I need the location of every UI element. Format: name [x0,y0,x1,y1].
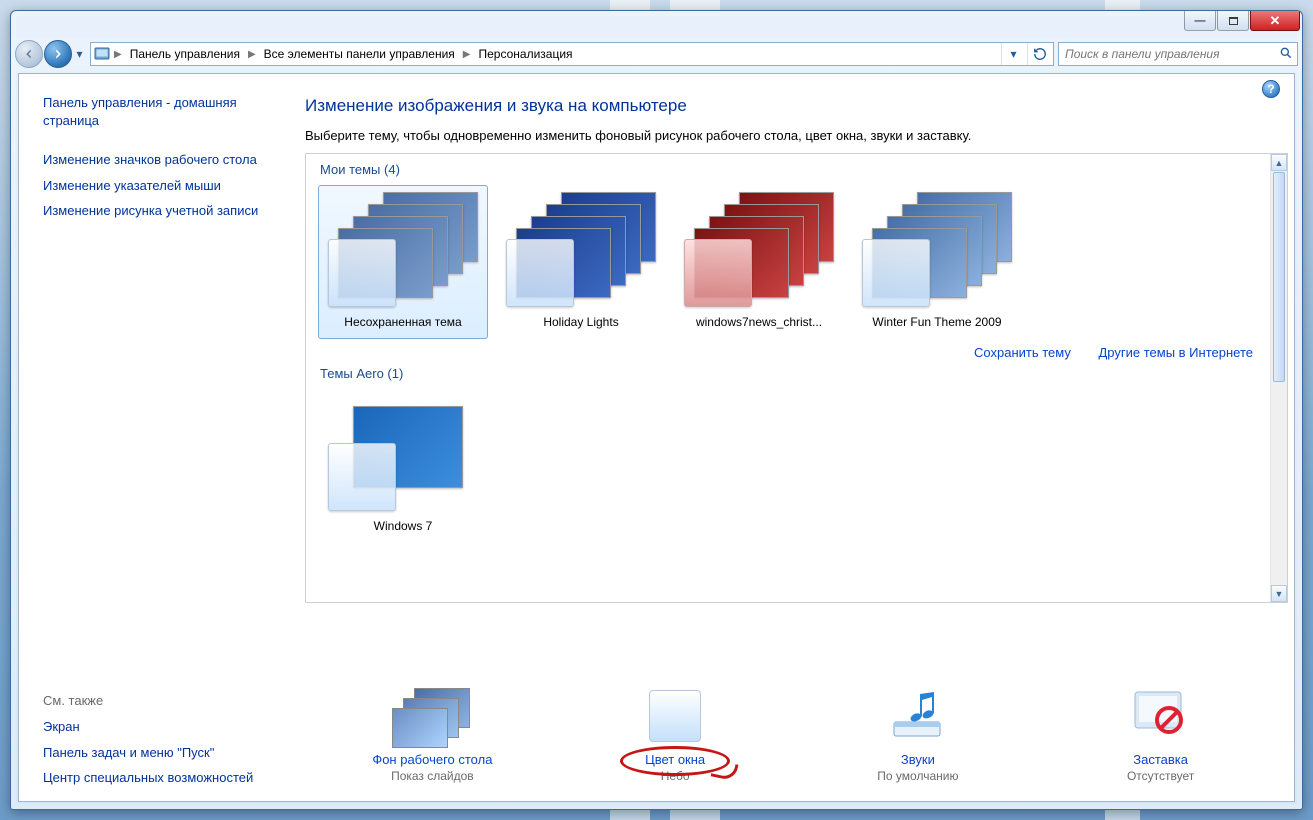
see-also-heading: См. также [43,689,269,714]
option-link[interactable]: Звуки [808,752,1028,767]
theme-label: Holiday Lights [501,315,661,330]
search-icon[interactable] [1279,46,1293,63]
option-link[interactable]: Заставка [1051,752,1271,767]
theme-item-windows7[interactable]: Windows 7 [318,389,488,543]
theme-item[interactable]: Winter Fun Theme 2009 [852,185,1022,339]
option-sub: Небо [565,769,785,783]
address-dropdown[interactable]: ▾ [1001,43,1025,65]
theme-item[interactable]: windows7news_christ... [674,185,844,339]
sidebar-link[interactable]: Центр специальных возможностей [43,765,269,791]
sidebar-home-link[interactable]: Панель управления - домашняя страница [43,90,269,133]
refresh-button[interactable] [1027,43,1051,65]
theme-item[interactable]: Holiday Lights [496,185,666,339]
sidebar-link[interactable]: Изменение указателей мыши [43,173,269,199]
search-input[interactable] [1063,46,1279,62]
theme-thumbnail-icon [328,396,478,511]
scrollbar[interactable]: ▲ ▼ [1270,154,1287,602]
theme-label: Winter Fun Theme 2009 [857,315,1017,330]
option-desktop-background[interactable]: Фон рабочего стола Показ слайдов [322,684,542,783]
address-bar[interactable]: ▶ Панель управления ▶ Все элементы панел… [90,42,1054,66]
theme-item-unsaved[interactable]: Несохраненная тема [318,185,488,339]
theme-thumbnail-icon [328,192,478,307]
theme-thumbnail-icon [506,192,656,307]
control-panel-icon [93,45,111,63]
nav-history-dropdown[interactable]: ▾ [73,44,86,64]
desktop-background-icon [322,684,542,748]
section-my-themes: Мои темы (4) [320,162,1277,177]
breadcrumb-item[interactable]: Панель управления [125,43,245,65]
theme-label: Windows 7 [323,519,483,534]
main-panel: ? Изменение изображения и звука на компь… [279,74,1294,801]
breadcrumb-item[interactable]: Все элементы панели управления [259,43,460,65]
sidebar-link[interactable]: Изменение рисунка учетной записи [43,198,269,224]
theme-thumbnail-icon [862,192,1012,307]
maximize-button[interactable] [1217,11,1249,31]
section-aero-themes: Темы Aero (1) [320,366,1277,381]
theme-label: windows7news_christ... [679,315,839,330]
sidebar: Панель управления - домашняя страница Из… [19,74,279,801]
option-sub: Показ слайдов [322,769,542,783]
option-sounds[interactable]: Звуки По умолчанию [808,684,1028,783]
option-sub: По умолчанию [808,769,1028,783]
option-screensaver[interactable]: Заставка Отсутствует [1051,684,1271,783]
forward-button[interactable] [44,40,72,68]
option-window-color[interactable]: Цвет окна Небо [565,684,785,783]
back-button[interactable] [15,40,43,68]
theme-thumbnail-icon [684,192,834,307]
sidebar-link[interactable]: Экран [43,714,269,740]
chevron-right-icon[interactable]: ▶ [247,49,257,60]
option-link[interactable]: Фон рабочего стола [322,752,542,767]
scroll-thumb[interactable] [1273,172,1285,382]
page-title: Изменение изображения и звука на компьют… [305,96,1288,116]
help-icon[interactable]: ? [1262,80,1280,98]
chevron-right-icon[interactable]: ▶ [462,49,472,60]
bottom-options-row: Фон рабочего стола Показ слайдов Цвет ок… [305,666,1288,787]
window-frame: — ✕ ▾ ▶ Панель управления ▶ Все элементы… [10,10,1303,810]
page-description: Выберите тему, чтобы одновременно измени… [305,128,1288,143]
window-color-icon [565,684,785,748]
more-themes-link[interactable]: Другие темы в Интернете [1099,345,1254,360]
scroll-up-button[interactable]: ▲ [1271,154,1287,171]
search-field[interactable] [1058,42,1298,66]
title-bar[interactable]: — ✕ [11,11,1302,37]
themes-list: Мои темы (4) Несохраненная тема [305,153,1288,603]
theme-label: Несохраненная тема [323,315,483,330]
save-theme-link[interactable]: Сохранить тему [974,345,1071,360]
sidebar-link[interactable]: Изменение значков рабочего стола [43,147,269,173]
breadcrumb-item[interactable]: Персонализация [473,43,577,65]
option-link[interactable]: Цвет окна [565,752,785,767]
screensaver-icon [1051,684,1271,748]
sidebar-link[interactable]: Панель задач и меню "Пуск" [43,740,269,766]
minimize-button[interactable]: — [1184,11,1216,31]
scroll-down-button[interactable]: ▼ [1271,585,1287,602]
chevron-right-icon[interactable]: ▶ [113,49,123,60]
sounds-icon [808,684,1028,748]
option-sub: Отсутствует [1051,769,1271,783]
nav-toolbar: ▾ ▶ Панель управления ▶ Все элементы пан… [11,37,1302,71]
close-button[interactable]: ✕ [1250,11,1300,31]
